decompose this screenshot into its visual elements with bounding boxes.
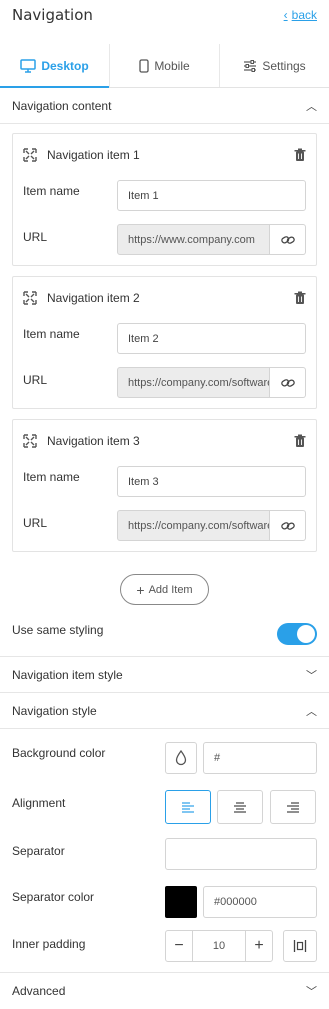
navigation-style-section[interactable]: Navigation style ︿ <box>0 693 329 729</box>
background-color-input[interactable]: # <box>203 742 317 774</box>
panel-header: Navigation ‹ back <box>0 0 329 38</box>
color-picker-button[interactable] <box>165 742 197 774</box>
toggle-knob <box>297 625 315 643</box>
item-name-label: Item name <box>23 470 80 484</box>
link-button[interactable] <box>270 510 306 541</box>
align-center-icon <box>234 802 246 813</box>
droplet-icon <box>175 750 187 766</box>
panel-title: Navigation <box>12 6 93 24</box>
trash-icon[interactable] <box>294 148 306 162</box>
align-left-button[interactable] <box>165 790 211 824</box>
link-icon <box>280 521 295 530</box>
phone-icon <box>139 58 149 73</box>
navigation-content-section[interactable]: Navigation content ︿ <box>0 88 329 124</box>
tab-mobile[interactable]: Mobile <box>109 44 219 87</box>
tab-mobile-label: Mobile <box>154 58 190 73</box>
sliders-icon <box>244 59 257 72</box>
inner-padding-label: Inner padding <box>12 937 86 951</box>
item-name-input[interactable]: Item 2 <box>117 323 306 354</box>
plus-icon: + <box>136 581 145 598</box>
navigation-item-card: Navigation item 3 Item name Item 3 URL h… <box>12 419 317 552</box>
chevron-up-icon: ︿ <box>306 100 317 113</box>
separator-color-input[interactable]: #000000 <box>203 886 317 918</box>
use-same-styling-toggle[interactable] <box>277 623 317 645</box>
item-name-label: Item name <box>23 327 80 341</box>
section-label: Navigation style <box>12 703 97 718</box>
align-right-button[interactable] <box>270 790 316 824</box>
section-label: Navigation content <box>12 98 112 113</box>
tab-settings[interactable]: Settings <box>219 44 329 87</box>
item-name-input[interactable]: Item 1 <box>117 180 306 211</box>
item-name-label: Item name <box>23 184 80 198</box>
advanced-section[interactable]: Advanced ﹀ <box>0 973 329 1009</box>
url-label: URL <box>23 373 48 387</box>
chevron-left-icon: ‹ <box>283 8 288 22</box>
monitor-icon <box>20 58 37 73</box>
link-icon <box>280 235 295 244</box>
back-label: back <box>291 8 317 22</box>
card-title: Navigation item 2 <box>47 291 140 305</box>
section-label: Navigation item style <box>12 667 123 682</box>
card-header: Navigation item 3 <box>23 434 140 448</box>
url-input[interactable]: https://company.com/software <box>117 367 270 398</box>
chevron-up-icon: ︿ <box>306 705 317 718</box>
align-left-icon <box>182 802 194 813</box>
tab-desktop-label: Desktop <box>41 58 89 73</box>
url-input[interactable]: https://company.com/software <box>117 510 270 541</box>
card-title: Navigation item 1 <box>47 148 140 162</box>
card-header: Navigation item 1 <box>23 148 140 162</box>
alignment-label: Alignment <box>12 796 66 810</box>
background-color-label: Background color <box>12 746 106 760</box>
chevron-down-icon: ﹀ <box>306 669 317 682</box>
item-name-input[interactable]: Item 3 <box>117 466 306 497</box>
navigation-item-card: Navigation item 2 Item name Item 2 URL h… <box>12 276 317 409</box>
separator-color-swatch[interactable] <box>165 886 197 918</box>
trash-icon[interactable] <box>294 434 306 448</box>
link-icon <box>280 378 295 387</box>
drag-handle-icon[interactable] <box>23 434 37 448</box>
add-item-label: Add Item <box>148 583 193 596</box>
padding-icon <box>293 940 307 952</box>
trash-icon[interactable] <box>294 291 306 305</box>
inner-padding-value[interactable]: 10 <box>192 931 246 961</box>
section-label: Advanced <box>12 984 66 998</box>
drag-handle-icon[interactable] <box>23 148 37 162</box>
increment-button[interactable]: + <box>246 931 272 961</box>
link-button[interactable] <box>270 367 306 398</box>
separator-input[interactable] <box>165 838 317 870</box>
url-input[interactable]: https://www.company.com <box>117 224 270 255</box>
navigation-item-card: Navigation item 1 Item name Item 1 URL h… <box>12 133 317 266</box>
align-center-button[interactable] <box>217 790 263 824</box>
decrement-button[interactable]: − <box>166 931 192 961</box>
padding-sides-button[interactable] <box>283 930 317 962</box>
separator-label: Separator <box>12 844 65 858</box>
device-tabs: Desktop Mobile Settings <box>0 44 329 88</box>
separator-color-label: Separator color <box>12 890 95 904</box>
back-link[interactable]: ‹ back <box>284 8 317 22</box>
align-right-icon <box>287 802 299 813</box>
url-label: URL <box>23 230 48 244</box>
card-header: Navigation item 2 <box>23 291 140 305</box>
add-item-button[interactable]: + Add Item <box>120 574 209 605</box>
drag-handle-icon[interactable] <box>23 291 37 305</box>
chevron-down-icon: ﹀ <box>306 986 317 998</box>
card-title: Navigation item 3 <box>47 434 140 448</box>
tab-settings-label: Settings <box>262 58 306 73</box>
inner-padding-stepper: − 10 + <box>165 930 273 962</box>
navigation-item-style-section[interactable]: Navigation item style ﹀ <box>0 657 329 693</box>
url-label: URL <box>23 516 48 530</box>
use-same-styling-label: Use same styling <box>12 623 104 637</box>
tab-desktop[interactable]: Desktop <box>0 44 109 88</box>
link-button[interactable] <box>270 224 306 255</box>
